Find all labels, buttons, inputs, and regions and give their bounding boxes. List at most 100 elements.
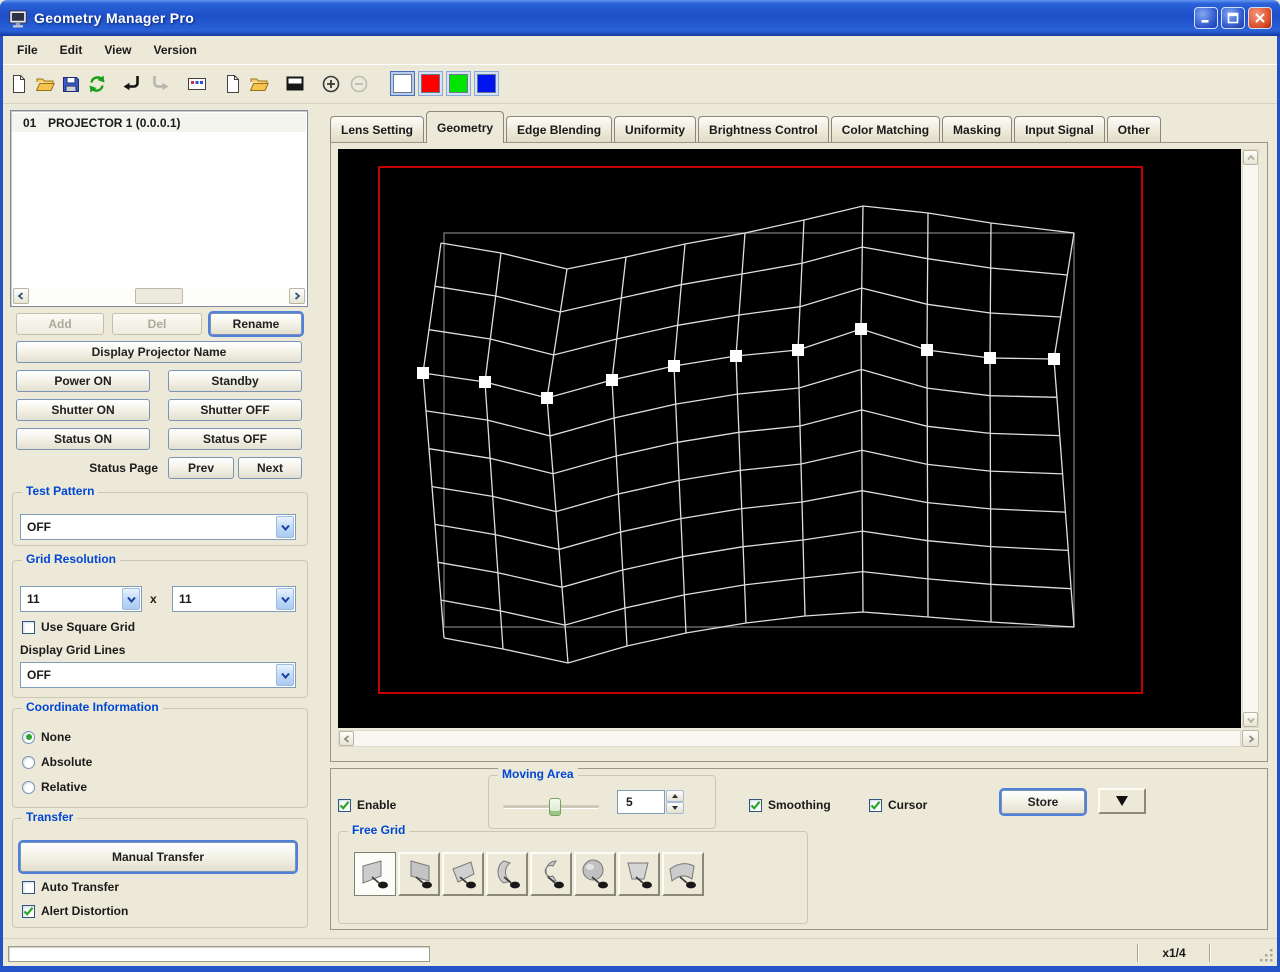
maximize-button[interactable] (1221, 7, 1245, 29)
grid-v-select[interactable]: 11 (172, 586, 296, 612)
resize-grip[interactable] (1260, 949, 1274, 963)
tab-other[interactable]: Other (1106, 116, 1161, 142)
shutter-off-button[interactable]: Shutter OFF (168, 399, 302, 421)
free-grid-screen-tilted-icon[interactable] (442, 852, 484, 896)
free-grid-dome-icon[interactable] (574, 852, 616, 896)
grid-h-select[interactable]: 11 (20, 586, 142, 612)
enable-checkbox[interactable]: Enable (338, 798, 396, 812)
chevron-down-icon[interactable] (276, 588, 294, 610)
status-off-button[interactable]: Status OFF (168, 428, 302, 450)
undo-icon[interactable] (120, 71, 146, 97)
minimize-button[interactable] (1194, 7, 1218, 29)
store-button[interactable]: Store (999, 788, 1087, 816)
menu-item-version[interactable]: Version (142, 36, 207, 64)
del-button[interactable]: Del (112, 313, 202, 335)
scroll-left-icon[interactable] (13, 288, 29, 304)
coordinate-relative-radio[interactable]: Relative (22, 780, 87, 794)
grid-handle[interactable] (730, 350, 742, 362)
tab-color-matching[interactable]: Color Matching (830, 116, 941, 142)
screen-icon[interactable] (282, 71, 308, 97)
tab-masking[interactable]: Masking (942, 116, 1013, 142)
canvas-vscrollbar[interactable] (1242, 149, 1259, 728)
zoom-in-icon[interactable] (318, 71, 344, 97)
green-swatch[interactable] (446, 71, 471, 96)
prev-button[interactable]: Prev (168, 457, 234, 479)
store-dropdown-button[interactable] (1098, 788, 1146, 814)
free-grid-screen-rear-icon[interactable] (618, 852, 660, 896)
grid-handle[interactable] (541, 392, 553, 404)
scroll-right-icon[interactable] (289, 288, 305, 304)
scroll-thumb[interactable] (135, 288, 183, 304)
projector-list[interactable]: 01 PROJECTOR 1 (0.0.0.1) (10, 110, 308, 307)
display-grid-lines-select[interactable]: OFF (20, 662, 296, 688)
shutter-on-button[interactable]: Shutter ON (16, 399, 150, 421)
open-window-icon[interactable] (246, 71, 272, 97)
free-grid-screen-angled-right-icon[interactable] (398, 852, 440, 896)
grid-handle[interactable] (984, 352, 996, 364)
free-grid-cylinder-icon[interactable] (486, 852, 528, 896)
test-pattern-select[interactable]: OFF (20, 514, 296, 540)
projector-list-item[interactable]: 01 PROJECTOR 1 (0.0.0.1) (12, 113, 306, 132)
geometry-canvas[interactable] (338, 149, 1241, 728)
tab-input-signal[interactable]: Input Signal (1014, 116, 1105, 142)
grid-handle[interactable] (855, 323, 867, 335)
stepper-down-icon[interactable] (666, 802, 684, 814)
moving-area-value-field[interactable]: 5 (617, 790, 665, 814)
display-projector-name-button[interactable]: Display Projector Name (16, 341, 302, 363)
cursor-checkbox[interactable]: Cursor (869, 798, 927, 812)
tab-lens-setting[interactable]: Lens Setting (330, 116, 425, 142)
projector-panel-icon[interactable] (184, 71, 210, 97)
scroll-left-icon[interactable] (339, 731, 354, 746)
grid-handle[interactable] (479, 376, 491, 388)
tab-edge-blending[interactable]: Edge Blending (506, 116, 613, 142)
status-on-button[interactable]: Status ON (16, 428, 150, 450)
scroll-right-icon[interactable] (1242, 730, 1259, 747)
white-swatch[interactable] (390, 71, 415, 96)
standby-button[interactable]: Standby (168, 370, 302, 392)
canvas-hscrollbar[interactable] (338, 730, 1241, 747)
menu-item-view[interactable]: View (93, 36, 142, 64)
grid-handle[interactable] (606, 374, 618, 386)
new-file-icon[interactable] (6, 71, 32, 97)
coordinate-absolute-radio[interactable]: Absolute (22, 755, 92, 769)
scroll-up-icon[interactable] (1243, 150, 1258, 165)
chevron-down-icon[interactable] (276, 664, 294, 686)
alert-distortion-checkbox[interactable]: Alert Distortion (22, 904, 128, 918)
close-button[interactable] (1248, 7, 1272, 29)
menu-item-edit[interactable]: Edit (49, 36, 94, 64)
grid-handle[interactable] (1048, 353, 1060, 365)
coordinate-none-radio[interactable]: None (22, 730, 71, 744)
grid-handle[interactable] (921, 344, 933, 356)
rename-button[interactable]: Rename (208, 311, 304, 337)
grid-handle[interactable] (668, 360, 680, 372)
free-grid-screen-curved-icon[interactable] (662, 852, 704, 896)
free-grid-cylinder-open-icon[interactable] (530, 852, 572, 896)
tab-uniformity[interactable]: Uniformity (614, 116, 697, 142)
refresh-icon[interactable] (84, 71, 110, 97)
power-on-button[interactable]: Power ON (16, 370, 150, 392)
add-button[interactable]: Add (16, 313, 104, 335)
projector-list-hscrollbar[interactable] (13, 288, 305, 304)
next-button[interactable]: Next (238, 457, 302, 479)
scroll-down-icon[interactable] (1243, 712, 1258, 727)
chevron-down-icon[interactable] (276, 516, 294, 538)
new-window-icon[interactable] (220, 71, 246, 97)
save-icon[interactable] (58, 71, 84, 97)
auto-transfer-checkbox[interactable]: Auto Transfer (22, 880, 119, 894)
use-square-grid-checkbox[interactable]: Use Square Grid (22, 620, 135, 634)
free-grid-screen-angled-left-icon[interactable] (354, 852, 396, 896)
red-swatch[interactable] (418, 71, 443, 96)
tab-brightness-control[interactable]: Brightness Control (698, 116, 829, 142)
manual-transfer-button[interactable]: Manual Transfer (18, 840, 298, 874)
grid-handle[interactable] (792, 344, 804, 356)
stepper-up-icon[interactable] (666, 790, 684, 802)
smoothing-checkbox[interactable]: Smoothing (749, 798, 831, 812)
tab-geometry[interactable]: Geometry (426, 111, 505, 143)
grid-handle[interactable] (417, 367, 429, 379)
scroll-track[interactable] (29, 288, 289, 304)
chevron-down-icon[interactable] (122, 588, 140, 610)
moving-area-slider-thumb[interactable] (549, 798, 562, 816)
blue-swatch[interactable] (474, 71, 499, 96)
menu-item-file[interactable]: File (6, 36, 49, 64)
open-file-icon[interactable] (32, 71, 58, 97)
